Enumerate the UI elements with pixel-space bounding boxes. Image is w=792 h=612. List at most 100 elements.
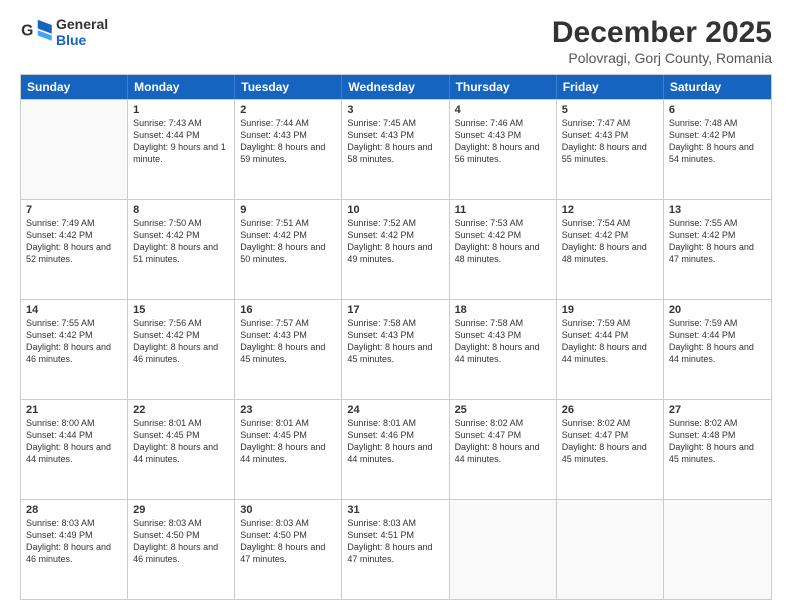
svg-text:G: G <box>21 23 33 40</box>
calendar-cell: 16Sunrise: 7:57 AMSunset: 4:43 PMDayligh… <box>235 300 342 399</box>
day-number: 12 <box>562 204 658 216</box>
cell-details: Sunrise: 8:01 AMSunset: 4:45 PMDaylight:… <box>133 417 229 466</box>
calendar-cell: 20Sunrise: 7:59 AMSunset: 4:44 PMDayligh… <box>664 300 771 399</box>
calendar-cell <box>450 500 557 599</box>
header-day-friday: Friday <box>557 75 664 99</box>
calendar-cell: 19Sunrise: 7:59 AMSunset: 4:44 PMDayligh… <box>557 300 664 399</box>
day-number: 29 <box>133 504 229 516</box>
day-number: 14 <box>26 304 122 316</box>
header-day-monday: Monday <box>128 75 235 99</box>
cell-details: Sunrise: 8:00 AMSunset: 4:44 PMDaylight:… <box>26 417 122 466</box>
cell-details: Sunrise: 7:57 AMSunset: 4:43 PMDaylight:… <box>240 317 336 366</box>
calendar-cell: 24Sunrise: 8:01 AMSunset: 4:46 PMDayligh… <box>342 400 449 499</box>
cell-details: Sunrise: 8:02 AMSunset: 4:47 PMDaylight:… <box>562 417 658 466</box>
cell-details: Sunrise: 8:03 AMSunset: 4:50 PMDaylight:… <box>133 517 229 566</box>
calendar-week-2: 7Sunrise: 7:49 AMSunset: 4:42 PMDaylight… <box>21 199 771 299</box>
calendar-cell: 11Sunrise: 7:53 AMSunset: 4:42 PMDayligh… <box>450 200 557 299</box>
calendar-header-row: SundayMondayTuesdayWednesdayThursdayFrid… <box>21 75 771 99</box>
cell-details: Sunrise: 7:55 AMSunset: 4:42 PMDaylight:… <box>669 217 766 266</box>
cell-details: Sunrise: 8:03 AMSunset: 4:51 PMDaylight:… <box>347 517 443 566</box>
cell-details: Sunrise: 7:58 AMSunset: 4:43 PMDaylight:… <box>455 317 551 366</box>
day-number: 19 <box>562 304 658 316</box>
page: G General Blue December 2025 Polovragi, … <box>0 0 792 612</box>
calendar-cell: 2Sunrise: 7:44 AMSunset: 4:43 PMDaylight… <box>235 100 342 199</box>
day-number: 16 <box>240 304 336 316</box>
day-number: 27 <box>669 404 766 416</box>
cell-details: Sunrise: 7:46 AMSunset: 4:43 PMDaylight:… <box>455 117 551 166</box>
logo: G General Blue <box>20 16 108 48</box>
calendar: SundayMondayTuesdayWednesdayThursdayFrid… <box>20 74 772 600</box>
calendar-cell: 28Sunrise: 8:03 AMSunset: 4:49 PMDayligh… <box>21 500 128 599</box>
day-number: 1 <box>133 104 229 116</box>
day-number: 30 <box>240 504 336 516</box>
cell-details: Sunrise: 7:52 AMSunset: 4:42 PMDaylight:… <box>347 217 443 266</box>
calendar-cell <box>557 500 664 599</box>
header-day-sunday: Sunday <box>21 75 128 99</box>
day-number: 18 <box>455 304 551 316</box>
calendar-cell: 21Sunrise: 8:00 AMSunset: 4:44 PMDayligh… <box>21 400 128 499</box>
day-number: 4 <box>455 104 551 116</box>
day-number: 7 <box>26 204 122 216</box>
header-day-thursday: Thursday <box>450 75 557 99</box>
subtitle: Polovragi, Gorj County, Romania <box>552 50 772 66</box>
cell-details: Sunrise: 8:02 AMSunset: 4:48 PMDaylight:… <box>669 417 766 466</box>
cell-details: Sunrise: 7:54 AMSunset: 4:42 PMDaylight:… <box>562 217 658 266</box>
day-number: 8 <box>133 204 229 216</box>
cell-details: Sunrise: 7:47 AMSunset: 4:43 PMDaylight:… <box>562 117 658 166</box>
day-number: 10 <box>347 204 443 216</box>
cell-details: Sunrise: 7:59 AMSunset: 4:44 PMDaylight:… <box>562 317 658 366</box>
cell-details: Sunrise: 8:03 AMSunset: 4:50 PMDaylight:… <box>240 517 336 566</box>
header-day-wednesday: Wednesday <box>342 75 449 99</box>
calendar-week-3: 14Sunrise: 7:55 AMSunset: 4:42 PMDayligh… <box>21 299 771 399</box>
day-number: 15 <box>133 304 229 316</box>
calendar-cell: 18Sunrise: 7:58 AMSunset: 4:43 PMDayligh… <box>450 300 557 399</box>
calendar-cell: 4Sunrise: 7:46 AMSunset: 4:43 PMDaylight… <box>450 100 557 199</box>
cell-details: Sunrise: 7:53 AMSunset: 4:42 PMDaylight:… <box>455 217 551 266</box>
calendar-cell: 6Sunrise: 7:48 AMSunset: 4:42 PMDaylight… <box>664 100 771 199</box>
calendar-cell: 9Sunrise: 7:51 AMSunset: 4:42 PMDaylight… <box>235 200 342 299</box>
main-title: December 2025 <box>552 16 772 50</box>
cell-details: Sunrise: 8:01 AMSunset: 4:46 PMDaylight:… <box>347 417 443 466</box>
cell-details: Sunrise: 7:45 AMSunset: 4:43 PMDaylight:… <box>347 117 443 166</box>
calendar-cell: 13Sunrise: 7:55 AMSunset: 4:42 PMDayligh… <box>664 200 771 299</box>
cell-details: Sunrise: 8:02 AMSunset: 4:47 PMDaylight:… <box>455 417 551 466</box>
calendar-cell: 29Sunrise: 8:03 AMSunset: 4:50 PMDayligh… <box>128 500 235 599</box>
cell-details: Sunrise: 7:58 AMSunset: 4:43 PMDaylight:… <box>347 317 443 366</box>
cell-details: Sunrise: 7:44 AMSunset: 4:43 PMDaylight:… <box>240 117 336 166</box>
calendar-cell: 31Sunrise: 8:03 AMSunset: 4:51 PMDayligh… <box>342 500 449 599</box>
calendar-cell: 10Sunrise: 7:52 AMSunset: 4:42 PMDayligh… <box>342 200 449 299</box>
calendar-cell: 25Sunrise: 8:02 AMSunset: 4:47 PMDayligh… <box>450 400 557 499</box>
day-number: 22 <box>133 404 229 416</box>
calendar-cell <box>664 500 771 599</box>
calendar-cell: 8Sunrise: 7:50 AMSunset: 4:42 PMDaylight… <box>128 200 235 299</box>
day-number: 26 <box>562 404 658 416</box>
day-number: 9 <box>240 204 336 216</box>
calendar-cell: 23Sunrise: 8:01 AMSunset: 4:45 PMDayligh… <box>235 400 342 499</box>
calendar-cell: 5Sunrise: 7:47 AMSunset: 4:43 PMDaylight… <box>557 100 664 199</box>
calendar-cell: 15Sunrise: 7:56 AMSunset: 4:42 PMDayligh… <box>128 300 235 399</box>
day-number: 23 <box>240 404 336 416</box>
calendar-cell: 3Sunrise: 7:45 AMSunset: 4:43 PMDaylight… <box>342 100 449 199</box>
cell-details: Sunrise: 8:01 AMSunset: 4:45 PMDaylight:… <box>240 417 336 466</box>
day-number: 11 <box>455 204 551 216</box>
calendar-cell: 12Sunrise: 7:54 AMSunset: 4:42 PMDayligh… <box>557 200 664 299</box>
calendar-cell: 22Sunrise: 8:01 AMSunset: 4:45 PMDayligh… <box>128 400 235 499</box>
title-block: December 2025 Polovragi, Gorj County, Ro… <box>552 16 772 66</box>
calendar-cell: 30Sunrise: 8:03 AMSunset: 4:50 PMDayligh… <box>235 500 342 599</box>
cell-details: Sunrise: 7:49 AMSunset: 4:42 PMDaylight:… <box>26 217 122 266</box>
cell-details: Sunrise: 7:59 AMSunset: 4:44 PMDaylight:… <box>669 317 766 366</box>
calendar-cell: 14Sunrise: 7:55 AMSunset: 4:42 PMDayligh… <box>21 300 128 399</box>
calendar-cell: 17Sunrise: 7:58 AMSunset: 4:43 PMDayligh… <box>342 300 449 399</box>
cell-details: Sunrise: 8:03 AMSunset: 4:49 PMDaylight:… <box>26 517 122 566</box>
day-number: 25 <box>455 404 551 416</box>
calendar-week-5: 28Sunrise: 8:03 AMSunset: 4:49 PMDayligh… <box>21 499 771 599</box>
day-number: 31 <box>347 504 443 516</box>
cell-details: Sunrise: 7:48 AMSunset: 4:42 PMDaylight:… <box>669 117 766 166</box>
header-day-tuesday: Tuesday <box>235 75 342 99</box>
calendar-cell: 27Sunrise: 8:02 AMSunset: 4:48 PMDayligh… <box>664 400 771 499</box>
day-number: 21 <box>26 404 122 416</box>
calendar-cell: 26Sunrise: 8:02 AMSunset: 4:47 PMDayligh… <box>557 400 664 499</box>
day-number: 6 <box>669 104 766 116</box>
day-number: 5 <box>562 104 658 116</box>
day-number: 3 <box>347 104 443 116</box>
